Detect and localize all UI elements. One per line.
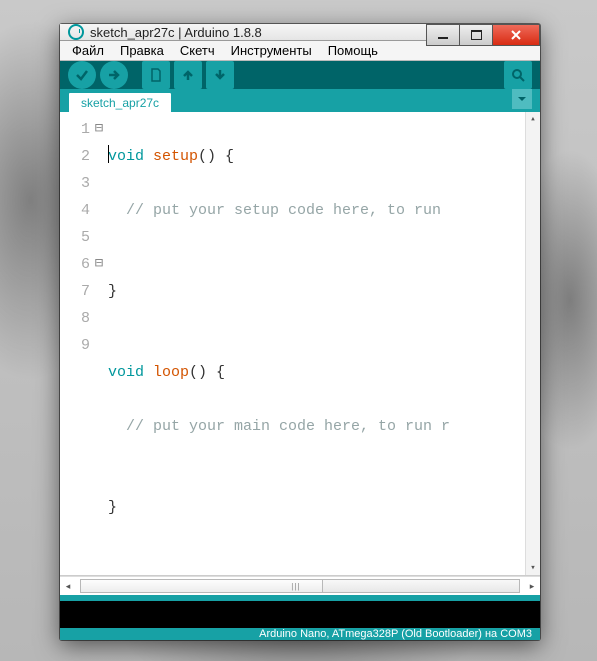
window-title: sketch_apr27c | Arduino 1.8.8 bbox=[90, 25, 262, 40]
scroll-track[interactable]: ||| bbox=[80, 579, 520, 593]
tab-strip: sketch_apr27c bbox=[60, 89, 540, 112]
file-icon bbox=[148, 67, 164, 83]
fold-gutter: ⊟ ⊟ bbox=[92, 112, 106, 575]
scroll-right-button[interactable]: ▸ bbox=[524, 581, 540, 592]
verify-button[interactable] bbox=[68, 61, 96, 89]
menu-edit[interactable]: Правка bbox=[114, 41, 170, 60]
vertical-scrollbar[interactable]: ▴ ▾ bbox=[525, 112, 540, 575]
magnifier-icon bbox=[510, 67, 526, 83]
arduino-logo-icon bbox=[68, 24, 84, 40]
titlebar[interactable]: sketch_apr27c | Arduino 1.8.8 bbox=[60, 24, 540, 41]
menu-help[interactable]: Помощь bbox=[322, 41, 384, 60]
arrow-right-icon bbox=[106, 67, 122, 83]
board-port-status: Arduino Nano, ATmega328P (Old Bootloader… bbox=[259, 628, 532, 640]
upload-button[interactable] bbox=[100, 61, 128, 89]
maximize-button[interactable] bbox=[459, 24, 493, 46]
chevron-down-icon bbox=[516, 93, 528, 105]
minimize-button[interactable] bbox=[426, 24, 460, 46]
line-gutter: 1 2 3 4 5 6 7 8 9 bbox=[60, 112, 92, 575]
text-caret bbox=[108, 145, 109, 163]
fold-marker[interactable]: ⊟ bbox=[92, 251, 106, 278]
status-bar: Arduino Nano, ATmega328P (Old Bootloader… bbox=[60, 628, 540, 640]
output-console[interactable] bbox=[60, 601, 540, 628]
save-sketch-button[interactable] bbox=[206, 61, 234, 89]
scroll-thumb[interactable] bbox=[81, 580, 323, 592]
open-sketch-button[interactable] bbox=[174, 61, 202, 89]
close-button[interactable] bbox=[492, 24, 540, 46]
check-icon bbox=[74, 67, 90, 83]
scroll-down-button[interactable]: ▾ bbox=[526, 561, 540, 575]
serial-monitor-button[interactable] bbox=[504, 61, 532, 89]
code-content[interactable]: void setup() { // put your setup code he… bbox=[106, 112, 525, 575]
tab-sketch[interactable]: sketch_apr27c bbox=[68, 92, 172, 113]
new-sketch-button[interactable] bbox=[142, 61, 170, 89]
menu-file[interactable]: Файл bbox=[66, 41, 110, 60]
menu-tools[interactable]: Инструменты bbox=[225, 41, 318, 60]
fold-marker[interactable]: ⊟ bbox=[92, 116, 106, 143]
menu-sketch[interactable]: Скетч bbox=[174, 41, 221, 60]
toolbar bbox=[60, 61, 540, 89]
close-icon bbox=[510, 29, 522, 41]
arrow-down-icon bbox=[212, 67, 228, 83]
arduino-ide-window: sketch_apr27c | Arduino 1.8.8 Файл Правк… bbox=[60, 24, 540, 640]
tab-menu-button[interactable] bbox=[512, 89, 532, 109]
editor-area: 1 2 3 4 5 6 7 8 9 ⊟ ⊟ void se bbox=[60, 112, 540, 595]
horizontal-scrollbar[interactable]: ◂ ||| ▸ bbox=[60, 576, 540, 595]
arrow-up-icon bbox=[180, 67, 196, 83]
scroll-up-button[interactable]: ▴ bbox=[526, 112, 540, 126]
scroll-grip-icon: ||| bbox=[291, 582, 300, 591]
window-controls bbox=[427, 24, 540, 44]
scroll-left-button[interactable]: ◂ bbox=[60, 581, 76, 592]
code-editor[interactable]: 1 2 3 4 5 6 7 8 9 ⊟ ⊟ void se bbox=[60, 112, 540, 576]
